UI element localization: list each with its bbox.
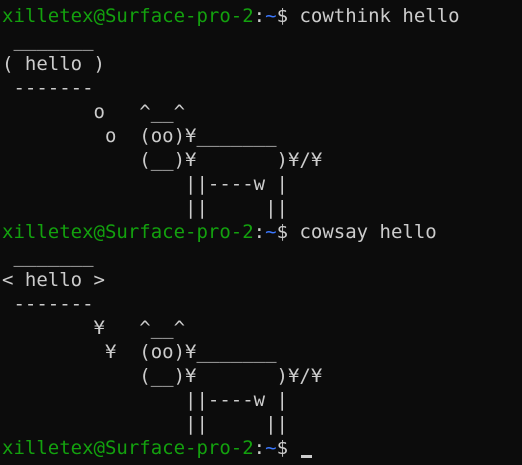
command-text: cowsay hello [299, 221, 437, 243]
output-line: ||----w | [2, 173, 288, 195]
output-line: ------- [2, 293, 94, 315]
prompt-dollar: $ [276, 5, 300, 27]
prompt-colon: : [253, 5, 266, 27]
prompt-line: xilletex@Surface-pro-2:~$ cowthink hello [2, 4, 522, 28]
prompt-user-host: xilletex@Surface-pro-2 [2, 5, 254, 27]
prompt-path: ~ [265, 437, 277, 459]
terminal-window[interactable]: xilletex@Surface-pro-2:~$ cowthink hello… [0, 0, 522, 465]
output-line: || || [2, 197, 288, 219]
output-line: < hello > [2, 269, 105, 291]
prompt-path: ~ [265, 5, 277, 27]
command-text: cowthink hello [299, 5, 460, 27]
prompt-user-host: xilletex@Surface-pro-2 [2, 437, 254, 459]
output-line: ( hello ) [2, 53, 105, 75]
output-line: ¥ ^__^ [2, 317, 186, 339]
output-line: o (oo)¥_______ [2, 125, 277, 147]
output-line: ------- [2, 77, 94, 99]
prompt-colon: : [253, 221, 266, 243]
prompt-dollar: $ [276, 221, 300, 243]
output-line: ||----w | [2, 389, 288, 411]
active-prompt-line[interactable]: xilletex@Surface-pro-2:~$ [2, 436, 522, 460]
output-line: (__)¥ )¥/¥ [2, 149, 323, 171]
text-cursor[interactable] [301, 455, 313, 458]
prompt-dollar: $ [276, 437, 300, 459]
output-line: ¥ (oo)¥_______ [2, 341, 277, 363]
output-line: _______ [2, 245, 94, 267]
output-line: o ^__^ [2, 101, 186, 123]
prompt-colon: : [253, 437, 266, 459]
output-line: _______ [2, 29, 94, 51]
prompt-line: xilletex@Surface-pro-2:~$ cowsay hello [2, 220, 522, 244]
prompt-user-host: xilletex@Surface-pro-2 [2, 221, 254, 243]
prompt-path: ~ [265, 221, 277, 243]
output-line: || || [2, 413, 288, 435]
output-line: (__)¥ )¥/¥ [2, 365, 323, 387]
